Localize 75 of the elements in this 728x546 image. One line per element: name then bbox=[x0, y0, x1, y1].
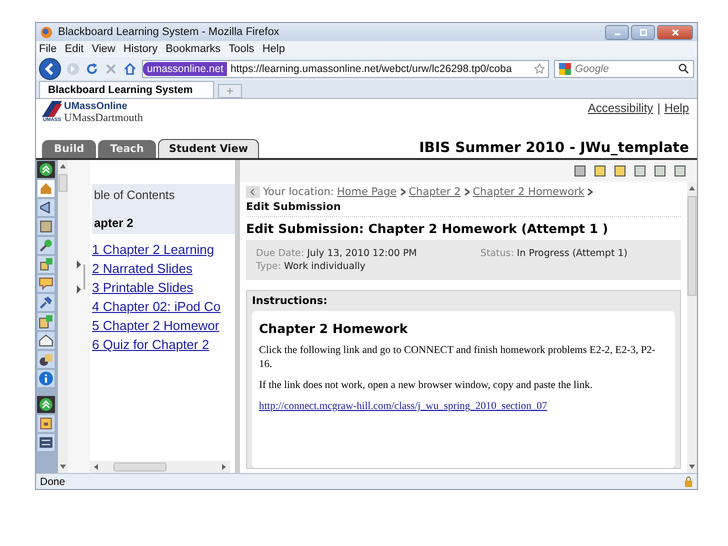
breadcrumb-link[interactable]: Home Page bbox=[336, 186, 397, 198]
toc-title: ble of Contents bbox=[94, 188, 176, 202]
page-icon[interactable] bbox=[613, 164, 627, 178]
collapse-icon[interactable] bbox=[37, 161, 55, 178]
course-tab[interactable]: Student View bbox=[158, 139, 260, 158]
toc-link[interactable]: 5 Chapter 2 Homewor bbox=[92, 316, 235, 335]
paragraph: Click the following link and go to CONNECT and finish homework problems E2-2, E2-3, P2-16. bbox=[259, 344, 656, 372]
course-title: IBIS Summer 2010 - JWu_template bbox=[419, 140, 689, 156]
collapse-arrows-icon[interactable] bbox=[76, 260, 86, 294]
detail-text: Type: Work individually bbox=[256, 261, 366, 272]
chevron-icon bbox=[464, 188, 470, 196]
scrollbar-drawing[interactable] bbox=[687, 182, 697, 473]
site-identity-badge[interactable]: umassonline.net bbox=[143, 62, 228, 76]
logo-subtitle: UMassDartmouth bbox=[64, 112, 143, 124]
search-icon[interactable] bbox=[678, 63, 689, 74]
star-icon[interactable] bbox=[534, 63, 545, 74]
expand-icon[interactable] bbox=[37, 396, 55, 413]
logo-text: UMassOnline bbox=[64, 101, 128, 112]
toc-link[interactable]: 4 Chapter 02: iPod Co bbox=[92, 297, 235, 316]
magnifier-icon[interactable] bbox=[37, 237, 55, 254]
window-title: Blackboard Learning System - Mozilla Firefox bbox=[58, 26, 280, 38]
status-text: Done bbox=[40, 476, 66, 488]
course-tab[interactable]: Teach bbox=[98, 140, 156, 158]
menu-item[interactable]: View bbox=[92, 43, 116, 55]
menu-item[interactable]: Help bbox=[262, 43, 285, 55]
address-field[interactable]: umassonline.net https://learning.umassonline.net/webct/urw/lc26298.tp0/coba bbox=[142, 60, 549, 78]
menu-item[interactable]: Bookmarks bbox=[166, 43, 221, 55]
toc-link[interactable]: 3 Printable Slides bbox=[92, 278, 235, 297]
detail-text: Status: In Progress (Attempt 1) bbox=[480, 248, 628, 259]
logo-flag-icon bbox=[42, 101, 62, 117]
breadcrumb-link[interactable]: Chapter 2 Homework bbox=[472, 186, 584, 198]
menu-item[interactable]: History bbox=[123, 43, 158, 55]
close-button[interactable] bbox=[657, 24, 693, 40]
url-text: https://learning.umassonline.net/webct/urw/lc26298.tp0/coba bbox=[230, 62, 513, 74]
minimize-button[interactable] bbox=[605, 24, 629, 40]
menu-item[interactable]: File bbox=[39, 43, 57, 55]
menu-item[interactable]: Tools bbox=[228, 43, 254, 55]
breadcrumb-link[interactable]: Chapter 2 bbox=[408, 186, 461, 198]
list-icon[interactable] bbox=[37, 434, 55, 451]
toc-link[interactable]: 6 Quiz for Chapter 2 bbox=[92, 335, 235, 354]
current-page: Edit Submission bbox=[246, 201, 341, 213]
home-icon[interactable] bbox=[123, 62, 137, 76]
detail-text: Due Date: July 13, 2010 12:00 PM bbox=[256, 248, 418, 259]
speech-icon[interactable] bbox=[37, 275, 55, 292]
page-heading: Edit Submission: Chapter 2 Homework (Attempt 1 ) bbox=[246, 221, 610, 236]
browser-tab[interactable]: Blackboard Learning System bbox=[39, 81, 214, 98]
toc-link[interactable]: 2 Narrated Slides bbox=[92, 259, 235, 278]
firefox-globe-icon bbox=[40, 26, 53, 38]
homework-link[interactable]: http://connect.mcgraw-hill.com/class/j_wu_spring_2010_section_07 bbox=[259, 400, 668, 412]
close-icon bbox=[670, 28, 680, 36]
paragraph: If the link does not work, open a new browser window, copy and paste the link. bbox=[259, 379, 594, 393]
menu-item[interactable]: Edit bbox=[64, 43, 84, 55]
location-label: Your location: bbox=[263, 186, 334, 198]
reload-icon[interactable] bbox=[85, 62, 99, 76]
scrollbar-drawing[interactable] bbox=[90, 461, 230, 473]
page-icon[interactable] bbox=[593, 164, 607, 178]
toc-link[interactable]: 1 Chapter 2 Learning bbox=[92, 240, 235, 259]
plus-icon bbox=[226, 87, 234, 95]
scrollbar-drawing[interactable] bbox=[58, 160, 68, 473]
toc-section: apter 2 bbox=[94, 216, 233, 230]
back-button[interactable] bbox=[39, 58, 61, 80]
instructions-label: Instructions: bbox=[252, 295, 328, 307]
chevron-icon bbox=[400, 188, 406, 196]
search-engine-icon[interactable] bbox=[559, 62, 571, 74]
chevron-icon bbox=[587, 188, 594, 196]
search-bar[interactable]: Google bbox=[554, 60, 694, 78]
link-separator: | bbox=[657, 101, 660, 115]
maximize-icon bbox=[638, 28, 648, 36]
homework-title: Chapter 2 Homework bbox=[259, 321, 409, 336]
help-link[interactable]: Help bbox=[664, 101, 689, 115]
accessibility-link[interactable]: Accessibility bbox=[588, 101, 654, 115]
maximize-button[interactable] bbox=[631, 24, 655, 40]
info-icon[interactable] bbox=[37, 370, 55, 387]
padlock-icon bbox=[684, 476, 693, 487]
course-tab[interactable]: Build bbox=[42, 140, 96, 158]
